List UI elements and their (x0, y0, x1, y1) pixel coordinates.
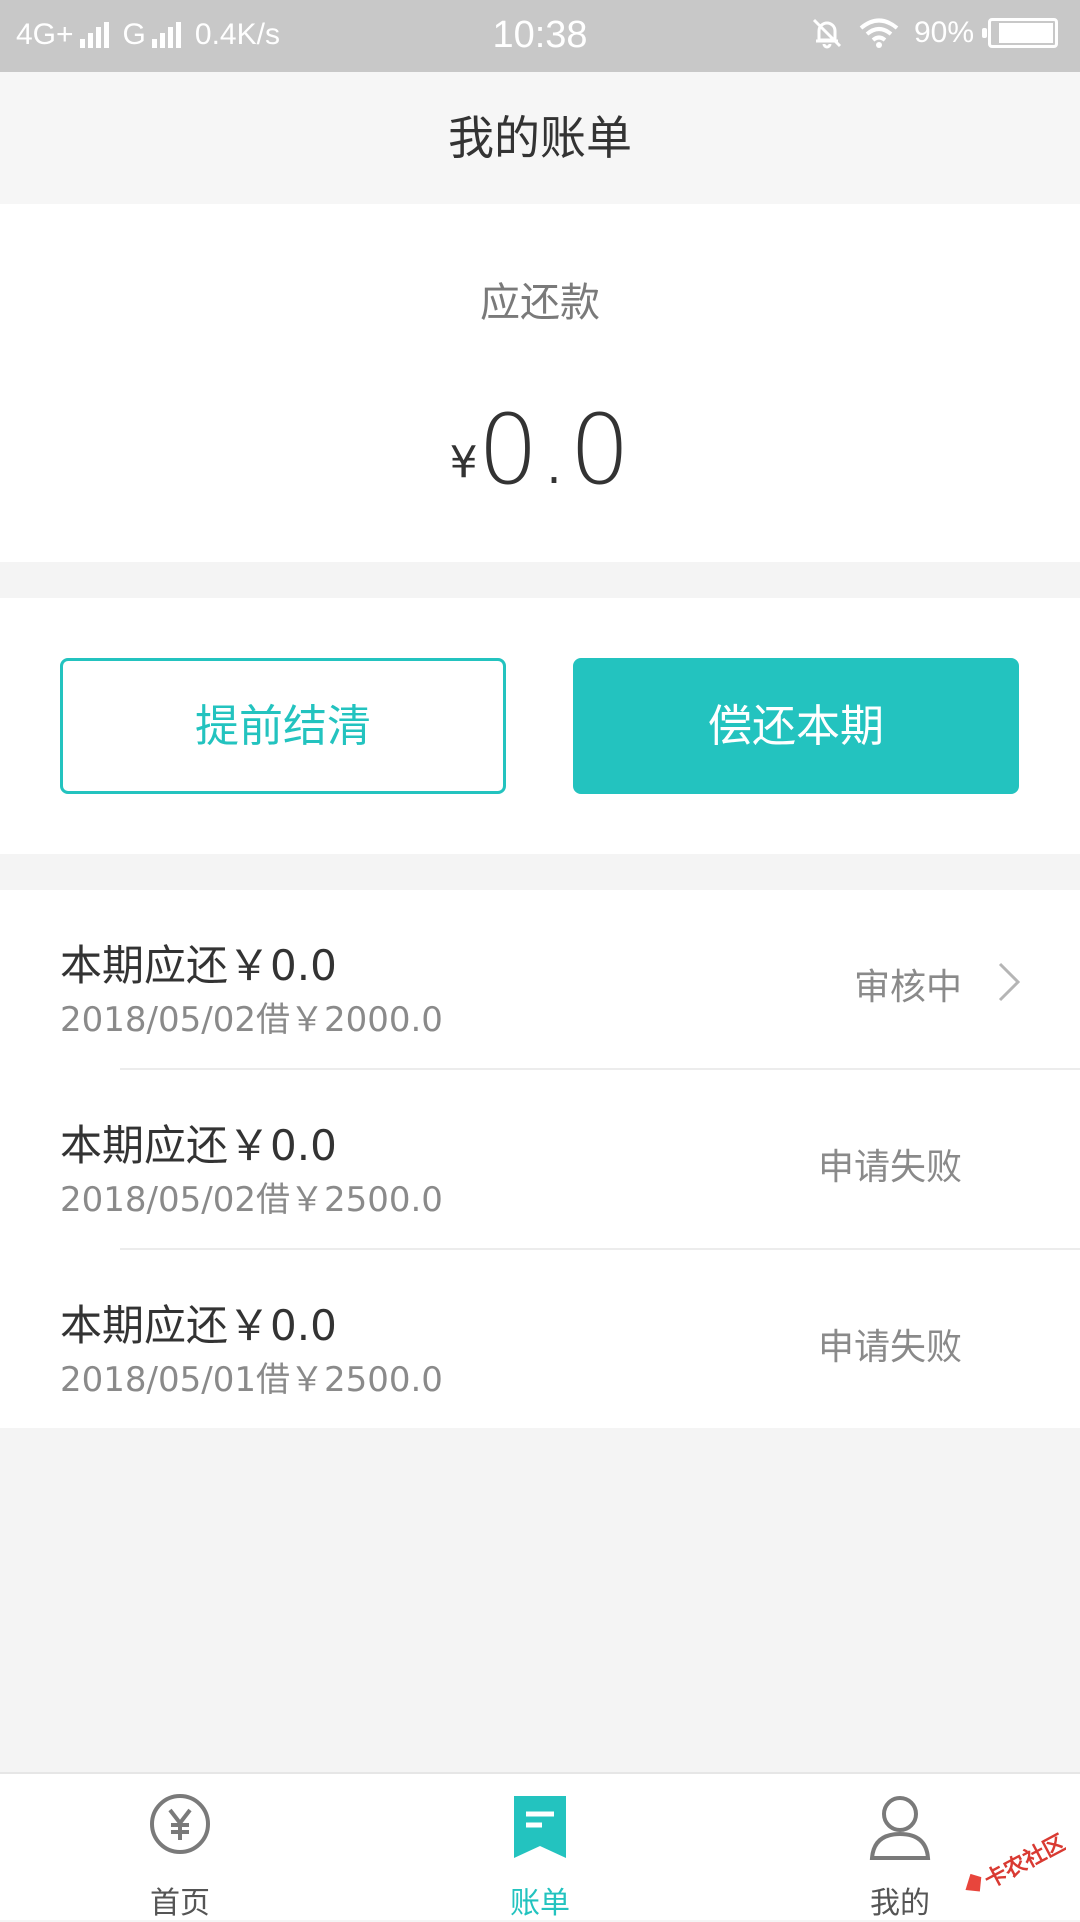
bill-status: 审核中 (854, 958, 962, 1010)
wifi-icon (858, 17, 900, 49)
bill-subtitle: 2018/05/02借￥2000.0 (60, 992, 443, 1041)
action-panel: 提前结清 偿还本期 (0, 598, 1080, 854)
watermark-logo: 卡农社区 (956, 1832, 1066, 1902)
bill-title: 本期应还￥0.0 (60, 932, 337, 993)
amount-number: 0.0 (478, 394, 631, 506)
list-item[interactable]: 本期应还￥0.0 2018/05/02借￥2000.0 审核中 (0, 890, 1080, 1070)
repay-current-button[interactable]: 偿还本期 (573, 658, 1019, 794)
bill-title: 本期应还￥0.0 (60, 1292, 337, 1353)
bottom-tab-bar: 首页 账单 我的 (0, 1772, 1080, 1920)
bill-subtitle: 2018/05/02借￥2500.0 (60, 1172, 443, 1221)
user-icon (868, 1792, 932, 1864)
tab-bills[interactable]: 账单 (360, 1774, 720, 1922)
amount-due-label: 应还款 (0, 270, 1080, 328)
watermark-text: 卡农社区 (980, 1832, 1066, 1894)
battery-fill (999, 23, 1053, 43)
bill-icon (508, 1792, 572, 1864)
amount-due-value: ¥0.0 (0, 394, 1080, 506)
status-bar: 4G+ G 0.4K/s 10:38 90% (0, 0, 1080, 72)
mute-bell-icon (810, 16, 844, 50)
bill-status: 申请失败 (818, 1138, 962, 1190)
battery-percent: 90% (914, 16, 974, 50)
tab-label: 首页 (0, 1878, 360, 1922)
list-item[interactable]: 本期应还￥0.0 2018/05/02借￥2500.0 申请失败 (0, 1070, 1080, 1250)
watermark-icon: 卡农社区 (956, 1832, 1066, 1902)
currency-symbol: ¥ (450, 437, 478, 488)
bill-status: 申请失败 (818, 1318, 962, 1370)
page-title: 我的账单 (0, 72, 1080, 204)
amount-summary-card: 应还款 ¥0.0 (0, 204, 1080, 562)
bill-title: 本期应还￥0.0 (60, 1112, 337, 1173)
list-item[interactable]: 本期应还￥0.0 2018/05/01借￥2500.0 申请失败 (0, 1250, 1080, 1430)
bill-list: 本期应还￥0.0 2018/05/02借￥2000.0 审核中 本期应还￥0.0… (0, 890, 1080, 1428)
tab-label: 账单 (360, 1878, 720, 1922)
battery-icon (988, 18, 1058, 48)
early-payoff-button[interactable]: 提前结清 (60, 658, 506, 794)
yuan-circle-icon (148, 1792, 212, 1856)
tab-home[interactable]: 首页 (0, 1774, 360, 1922)
status-right: 90% (810, 16, 1058, 50)
chevron-right-icon (994, 960, 1024, 1004)
bill-subtitle: 2018/05/01借￥2500.0 (60, 1352, 443, 1401)
